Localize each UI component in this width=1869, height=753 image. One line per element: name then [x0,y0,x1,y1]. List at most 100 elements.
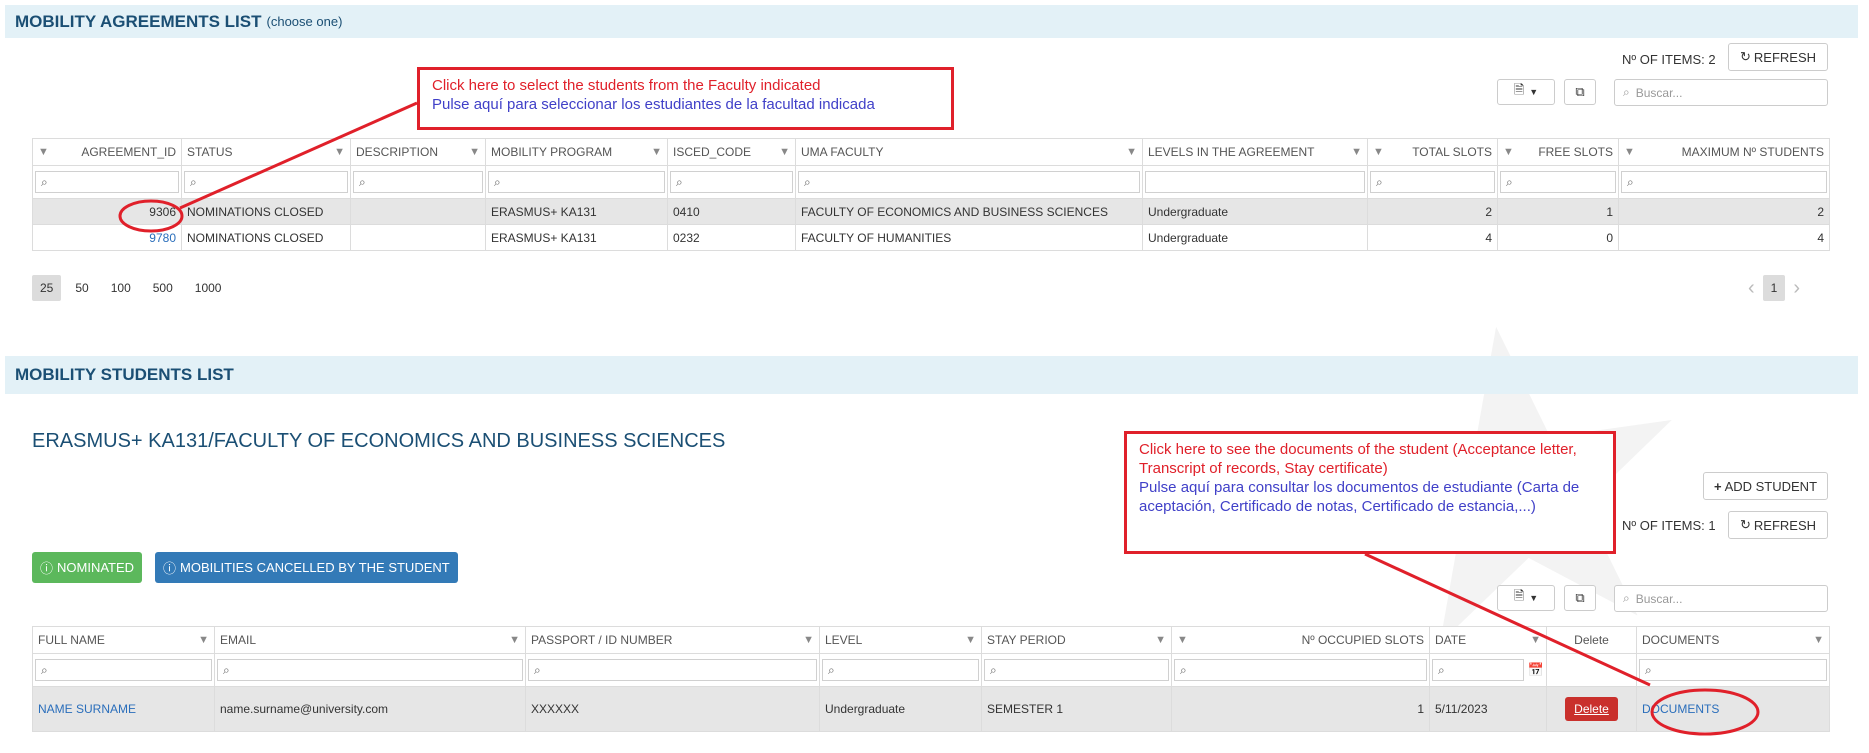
search-icon: ⌕ [494,174,501,189]
search-icon: ⌕ [676,174,683,189]
filter-icon[interactable]: ▼ [1177,634,1188,646]
filter-icon[interactable]: ▼ [1624,146,1635,158]
col-agreement-id[interactable]: ▼ AGREEMENT_ID [32,138,182,166]
col-free-slots[interactable]: ▼ FREE SLOTS [1497,138,1619,166]
search-icon: ⌕ [1623,85,1630,99]
filter-icon[interactable]: ▼ [38,146,49,158]
chevron-right-icon[interactable]: › [1785,271,1808,306]
agreements-items-count: Nº OF ITEMS: 2 [1622,51,1716,67]
filter-icon[interactable]: ▼ [198,634,209,646]
search-icon: ⌕ [41,174,48,189]
filter-icon[interactable]: ▼ [469,146,480,158]
filter-icon[interactable]: ▼ [1813,634,1824,646]
filter-icon[interactable]: ▼ [779,146,790,158]
search-icon: ⌕ [990,662,997,677]
student-name-link[interactable]: NAME SURNAME [38,702,136,716]
col-status[interactable]: STATUS ▼ [181,138,351,166]
filter-icon[interactable]: ▼ [1126,146,1137,158]
filter-levels[interactable] [1145,171,1365,193]
filter-icon[interactable]: ▼ [334,146,345,158]
calendar-icon[interactable]: 📅 [1528,659,1544,681]
page-size-1000[interactable]: 1000 [187,275,230,301]
filter-icon[interactable]: ▼ [1155,634,1166,646]
table-row[interactable]: 9780 NOMINATIONS CLOSED ERASMUS+ KA131 0… [32,224,1830,251]
filter-max-students[interactable]: ⌕ [1621,171,1827,193]
students-export-button[interactable]: 🗎 ▼ [1497,585,1555,611]
students-table: FULL NAME ▼ EMAIL ▼ PASSPORT / ID NUMBER ▼ … [32,626,1830,732]
agreements-refresh-button[interactable]: ↻ REFRESH [1728,43,1828,71]
agreements-export-button[interactable]: 🗎 ▼ [1497,79,1555,105]
students-filter-row: ⌕ ⌕ ⌕ ⌕ ⌕ ⌕ ⌕ 📅 ⌕ [32,653,1830,687]
agreements-subtitle: (choose one) [266,14,343,29]
filter-icon[interactable]: ▼ [509,634,520,646]
col-full-name[interactable]: FULL NAME ▼ [32,626,215,654]
filter-passport[interactable]: ⌕ [528,659,817,681]
page-number[interactable]: 1 [1762,275,1786,301]
agreements-columns-button[interactable]: ⧉ [1564,79,1596,105]
annotation-callout-documents: Click here to see the documents of the s… [1124,431,1616,554]
table-row[interactable]: NAME SURNAME name.surname@university.com… [32,686,1830,732]
search-icon: ⌕ [41,662,48,677]
page-size-100[interactable]: 100 [103,275,139,301]
search-icon: ⌕ [359,174,366,189]
add-student-button[interactable]: + ADD STUDENT [1703,472,1828,500]
page-size-50[interactable]: 50 [67,275,96,301]
table-row[interactable]: 9306 NOMINATIONS CLOSED ERASMUS+ KA131 0… [32,198,1830,225]
filter-icon[interactable]: ▼ [1503,146,1514,158]
students-search-input[interactable]: ⌕ Buscar... [1614,585,1828,612]
filter-uma-faculty[interactable]: ⌕ [798,171,1140,193]
page-size-500[interactable]: 500 [145,275,181,301]
documents-link[interactable]: DOCUMENTS [1642,702,1719,716]
export-icon: 🗎 [1513,588,1525,603]
agreement-id-link[interactable]: 9780 [149,231,176,245]
filter-icon[interactable]: ▼ [1530,634,1541,646]
filter-icon[interactable]: ▼ [1373,146,1384,158]
agreement-id-link[interactable]: 9306 [32,198,182,225]
col-total-slots[interactable]: ▼ TOTAL SLOTS [1367,138,1498,166]
filter-icon[interactable]: ▼ [803,634,814,646]
filter-email[interactable]: ⌕ [217,659,523,681]
col-max-students[interactable]: ▼ MAXIMUM Nº STUDENTS [1618,138,1830,166]
col-isced-code[interactable]: ISCED_CODE ▼ [667,138,796,166]
agreements-search-input[interactable]: ⌕ Buscar... [1614,79,1828,106]
col-level[interactable]: LEVEL ▼ [819,626,982,654]
col-date[interactable]: DATE ▼ [1429,626,1547,654]
delete-button[interactable]: Delete [1565,697,1618,721]
page-size-25[interactable]: 25 [32,275,62,301]
filter-total-slots[interactable]: ⌕ [1370,171,1495,193]
filter-full-name[interactable]: ⌕ [35,659,212,681]
col-occupied-slots[interactable]: ▼ Nº OCCUPIED SLOTS [1171,626,1430,654]
info-icon: ⓘ [40,561,54,576]
filter-documents[interactable]: ⌕ [1639,659,1827,681]
nominated-filter-button[interactable]: ⓘ NOMINATED [32,552,143,583]
search-icon: ⌕ [223,662,230,677]
filter-stay-period[interactable]: ⌕ [984,659,1169,681]
filter-agreement-id[interactable]: ⌕ [35,171,179,193]
search-icon: ⌕ [1645,662,1652,677]
filter-mobility-program[interactable]: ⌕ [488,171,665,193]
filter-date[interactable]: ⌕ [1432,659,1524,681]
col-levels[interactable]: LEVELS IN THE AGREEMENT ▼ [1142,138,1368,166]
col-stay-period[interactable]: STAY PERIOD ▼ [981,626,1172,654]
chevron-left-icon[interactable]: ‹ [1740,271,1763,306]
students-refresh-button[interactable]: ↻ REFRESH [1728,511,1828,539]
filter-level[interactable]: ⌕ [822,659,979,681]
filter-free-slots[interactable]: ⌕ [1500,171,1616,193]
filter-isced-code[interactable]: ⌕ [670,171,793,193]
col-mobility-program[interactable]: MOBILITY PROGRAM ▼ [485,138,668,166]
col-description[interactable]: DESCRIPTION ▼ [350,138,486,166]
filter-status[interactable]: ⌕ [184,171,348,193]
filter-description[interactable]: ⌕ [353,171,483,193]
col-uma-faculty[interactable]: UMA FACULTY ▼ [795,138,1143,166]
students-heading: ERASMUS+ KA131/FACULTY OF ECONOMICS AND … [32,430,726,452]
filter-icon[interactable]: ▼ [1351,146,1362,158]
students-columns-button[interactable]: ⧉ [1564,585,1596,611]
filter-occupied-slots[interactable]: ⌕ [1174,659,1427,681]
filter-icon[interactable]: ▼ [651,146,662,158]
col-documents[interactable]: DOCUMENTS ▼ [1636,626,1830,654]
search-icon: ⌕ [828,662,835,677]
col-email[interactable]: EMAIL ▼ [214,626,526,654]
cancelled-filter-button[interactable]: ⓘ MOBILITIES CANCELLED BY THE STUDENT [155,552,458,583]
filter-icon[interactable]: ▼ [965,634,976,646]
col-passport[interactable]: PASSPORT / ID NUMBER ▼ [525,626,820,654]
